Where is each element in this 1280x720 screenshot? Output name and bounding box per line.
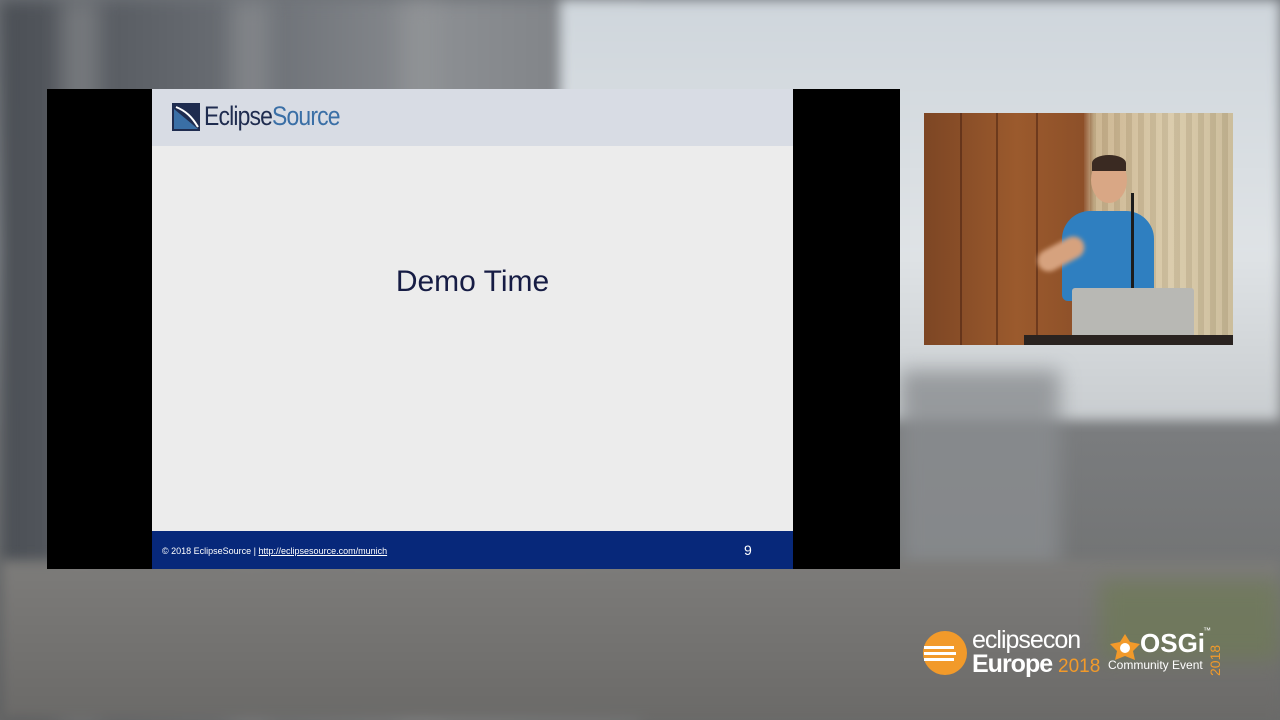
slide-footer: © 2018 EclipseSource | http://eclipsesou… (152, 531, 793, 569)
footer-text: © 2018 EclipseSource | http://eclipsesou… (162, 546, 387, 556)
speaker-desk (1024, 335, 1233, 345)
slide-video-frame: EclipseSource Demo Time © 2018 EclipseSo… (47, 89, 900, 569)
slide-page-number: 9 (744, 542, 752, 558)
osgi-title: OSGi (1140, 628, 1206, 658)
logo-text-source: Source (272, 101, 340, 131)
eclipsecon-logo-icon (923, 631, 967, 675)
footer-copyright: © 2018 EclipseSource | (162, 546, 259, 556)
slide-header: EclipseSource (152, 89, 793, 146)
background-building-right (900, 370, 1060, 590)
eclipsecon-year: 2018 (1058, 656, 1101, 677)
osgi-subtitle: Community Event (1108, 658, 1203, 672)
eclipsesource-logo: EclipseSource (172, 101, 364, 132)
osgi-trademark: ™ (1203, 626, 1211, 635)
video-wall-panel (996, 113, 998, 345)
speaker-laptop (1072, 288, 1194, 340)
presentation-slide: EclipseSource Demo Time © 2018 EclipseSo… (152, 89, 793, 569)
logo-text: EclipseSource (204, 101, 341, 132)
event-branding: eclipsecon Europe 2018 OSGi ™ Community … (920, 626, 1240, 678)
video-wall-panel (960, 113, 962, 345)
eclipsesource-logo-icon (172, 102, 200, 131)
speaker-video (924, 113, 1233, 345)
video-wall-panel (1036, 113, 1038, 345)
footer-link[interactable]: http://eclipsesource.com/munich (259, 546, 388, 556)
osgi-year: 2018 (1207, 644, 1223, 676)
logo-text-eclipse: Eclipse (204, 101, 273, 131)
eclipsecon-europe-text: Europe (972, 650, 1053, 678)
slide-title: Demo Time (395, 265, 550, 298)
speaker-hair (1092, 155, 1126, 171)
